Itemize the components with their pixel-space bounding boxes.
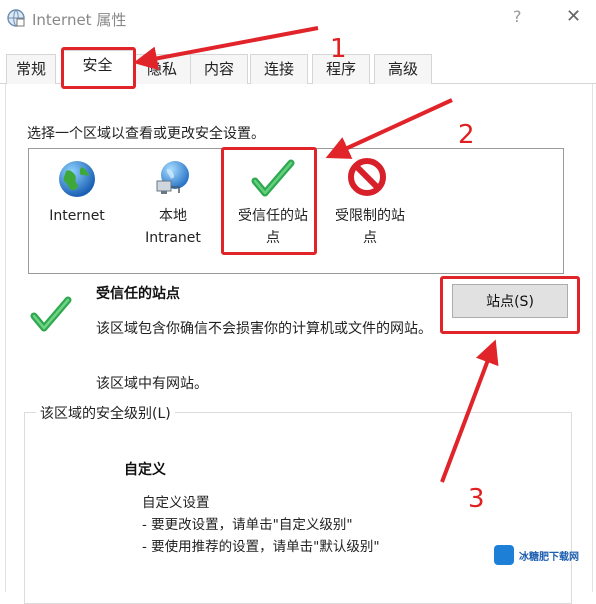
selected-zone-description: 该区域包含你确信不会损害你的计算机或文件的网站。 [96,321,432,337]
watermark-logo-icon [494,545,514,565]
watermark: 冰糖肥下载网 [494,541,590,569]
internet-options-icon [7,9,25,27]
globe-icon [59,161,95,197]
help-button[interactable]: ? [513,7,522,26]
zone-restricted-label-line2: 点 [363,230,377,246]
tab-connections[interactable]: 连接 [250,54,308,84]
level-line-2: - 要更改设置，请单击"自定义级别" [142,517,353,533]
tab-privacy[interactable]: 隐私 [133,54,191,84]
network-globe-icon [156,161,189,194]
close-button[interactable]: ✕ [566,6,581,27]
zone-intranet-label-line1: 本地 [159,208,187,224]
watermark-text: 冰糖肥下载网 [519,551,579,563]
tab-content[interactable]: 内容 [190,54,248,84]
prohibited-icon [348,158,386,196]
security-level-group-title: 该区域的安全级别(L) [36,403,175,423]
zone-intranet-label-line2: Intranet [145,230,201,246]
zone-restricted-label-line1: 受限制的站 [335,208,405,224]
tab-general[interactable]: 常规 [6,54,56,84]
security-level-description: 自定义设置 - 要更改设置，请单击"自定义级别" - 要使用推荐的设置，请单击"… [142,492,380,558]
window-title: Internet 属性 [32,11,127,29]
selected-zone-title: 受信任的站点 [96,286,180,302]
security-level-name: 自定义 [124,462,166,478]
checkmark-icon [30,296,72,332]
highlight-sites-button [440,276,580,334]
highlight-security-tab [61,47,136,89]
highlight-trusted-zone [221,147,317,255]
annotation-number-2: 2 [458,120,475,150]
zone-internet-label: Internet [49,208,105,224]
tab-advanced[interactable]: 高级 [374,54,432,84]
annotation-number-1: 1 [330,34,347,64]
zone-instruction: 选择一个区域以查看或更改安全设置。 [27,126,265,142]
title-bar: Internet 属性 ? ✕ [0,0,596,36]
annotation-number-3: 3 [468,484,485,514]
level-line-3: - 要使用推荐的设置，请单击"默认级别" [142,539,380,555]
level-line-1: 自定义设置 [142,495,210,511]
selected-zone-status: 该区域中有网站。 [96,376,208,392]
